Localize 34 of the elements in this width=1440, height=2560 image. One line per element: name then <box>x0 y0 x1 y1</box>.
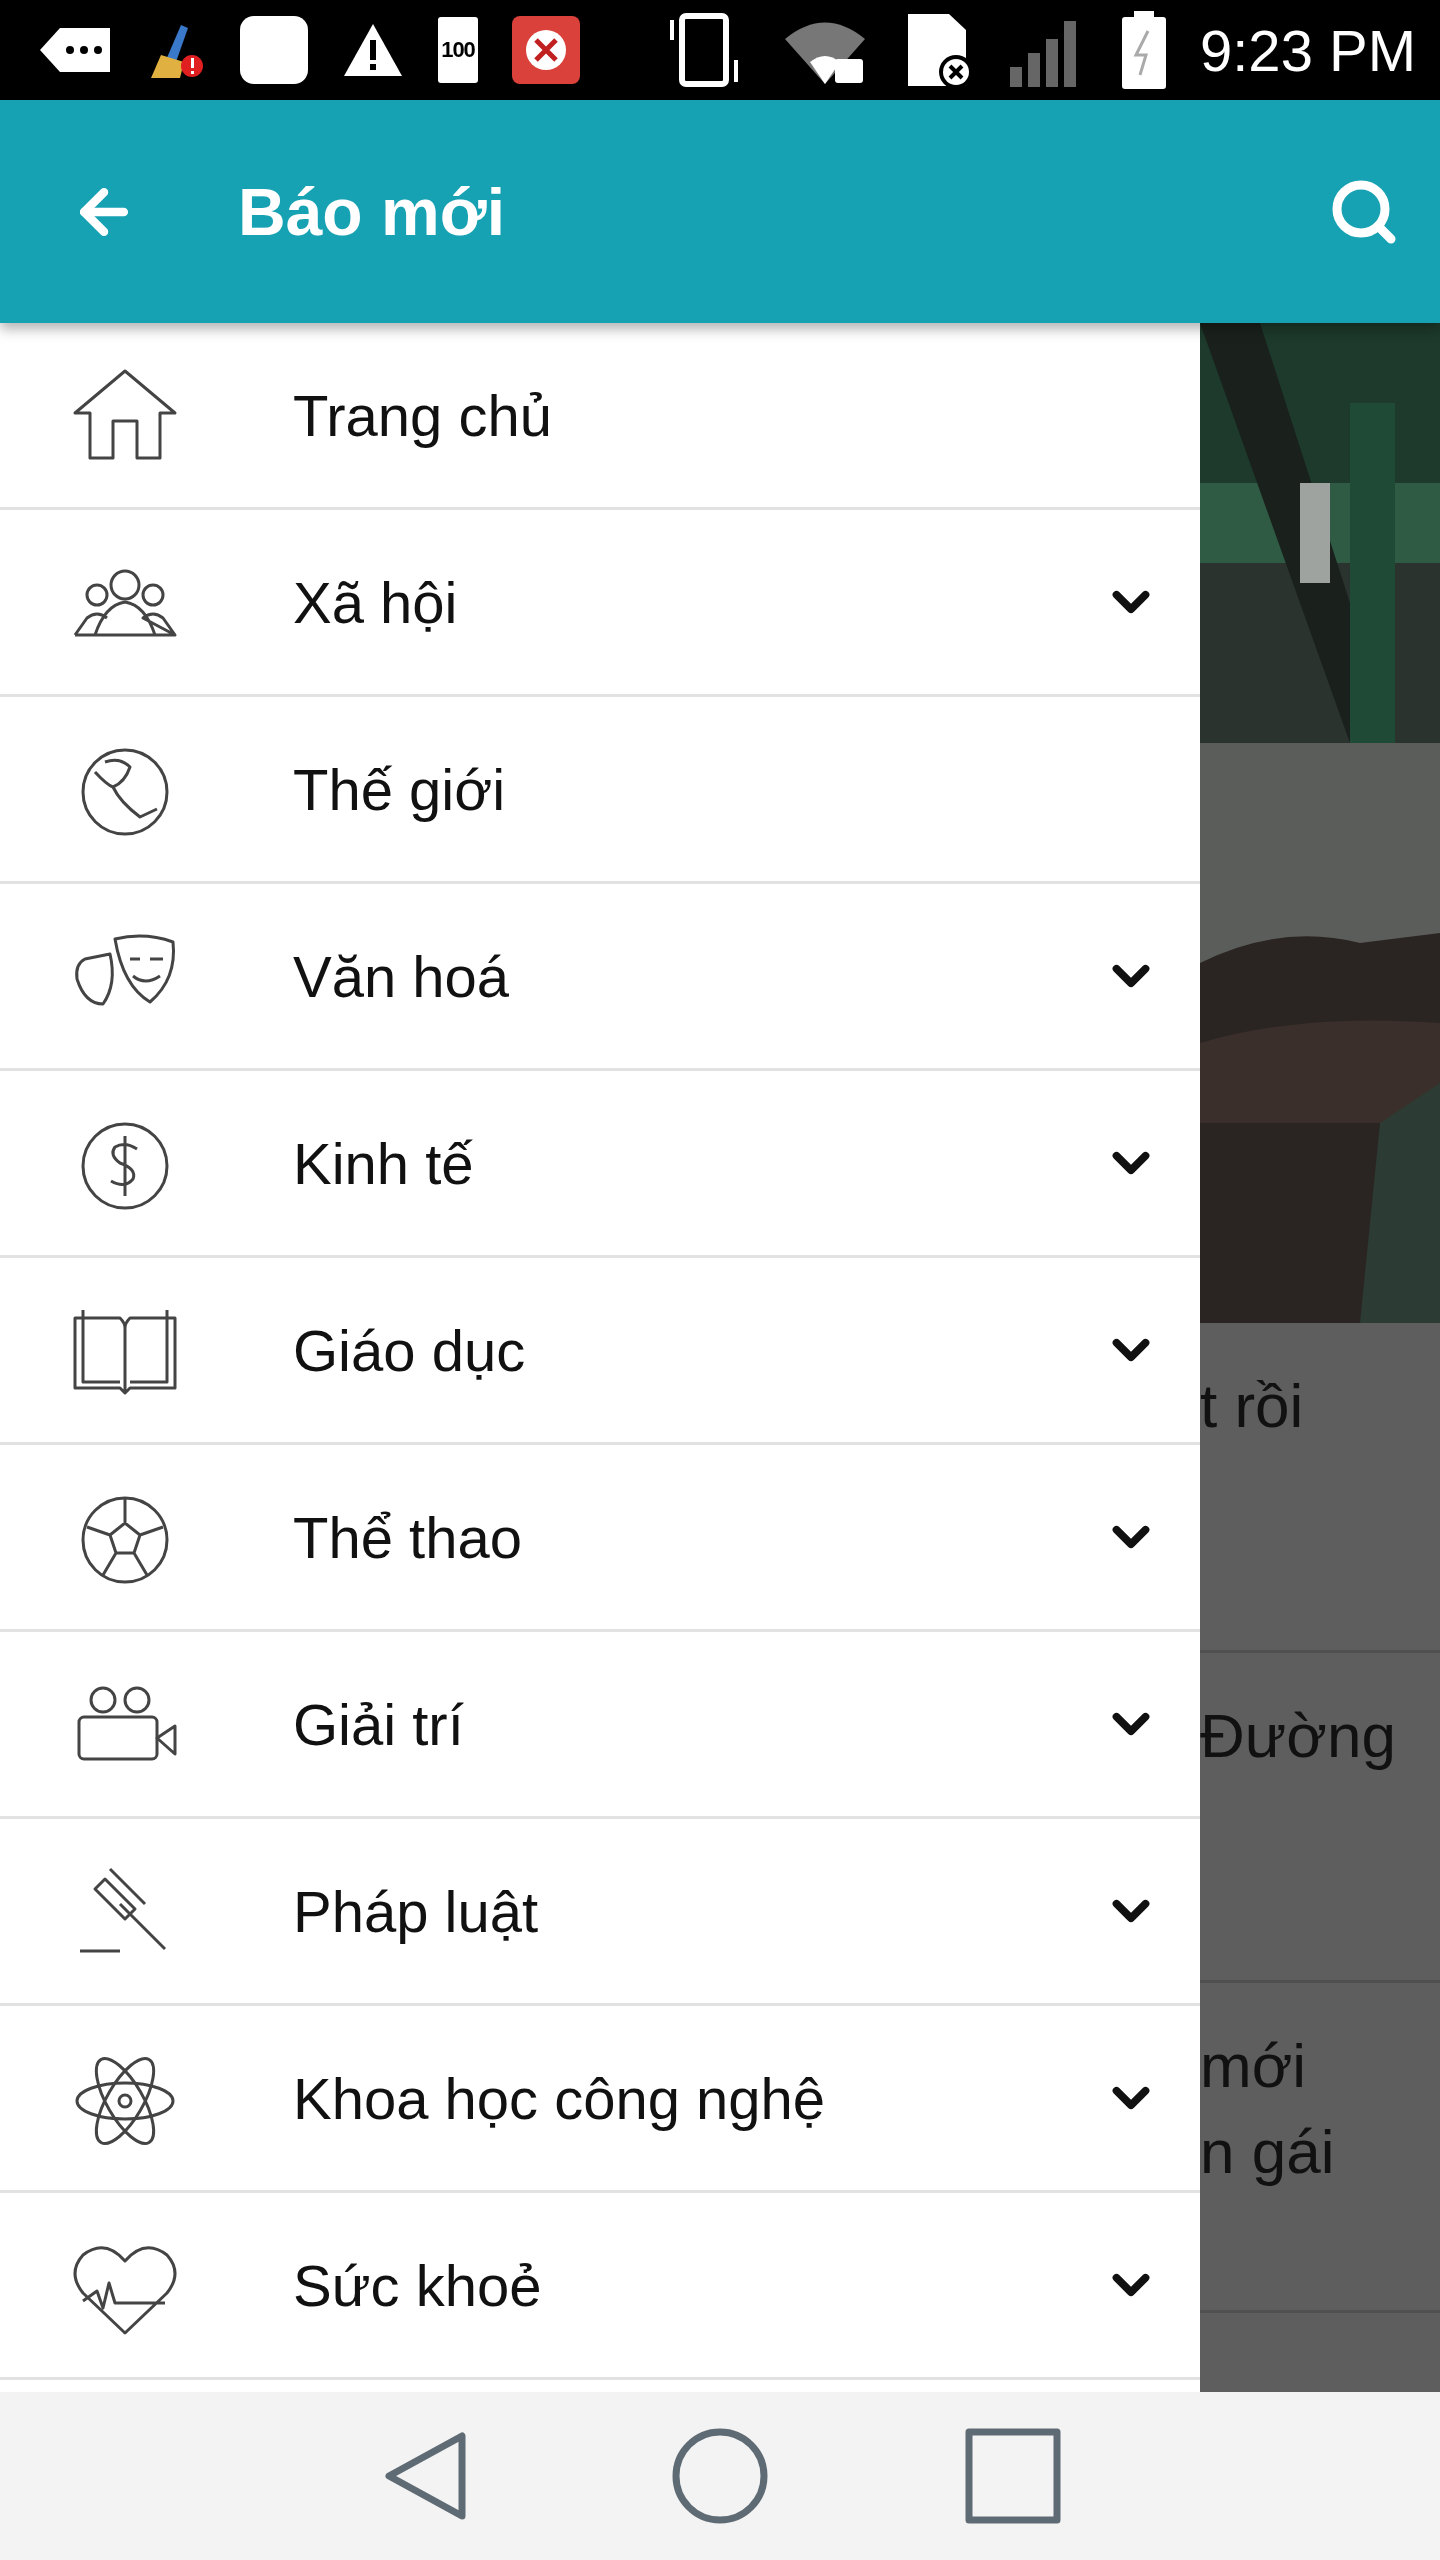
app-title: Báo mới <box>238 173 506 250</box>
drawer-item-label: Kinh tế <box>293 1129 475 1197</box>
drawer-item[interactable]: Xã hội <box>0 510 1200 697</box>
article-title-fragment: t rồi <box>1200 1370 1305 1442</box>
drawer-item[interactable]: Pháp luật <box>0 1819 1200 2006</box>
drawer-item[interactable]: Giải trí <box>0 1632 1200 1819</box>
drawer-item[interactable]: Sức khoẻ <box>0 2193 1200 2380</box>
app-square-icon <box>240 16 308 84</box>
drawer-item-label: Sức khoẻ <box>293 2251 543 2319</box>
recents-nav-button[interactable] <box>963 2426 1064 2526</box>
article-title-fragment: mới <box>1200 2030 1308 2102</box>
clock-time: 9:23 PM <box>1200 16 1416 84</box>
drawer-item[interactable]: Kinh tế <box>0 1071 1200 1258</box>
drawer-item-label: Khoa học công nghệ <box>293 2064 827 2132</box>
drawer-item-label: Xã hội <box>293 568 459 636</box>
drawer-item-label: Giải trí <box>293 1690 465 1758</box>
drawer-item-label: Thế giới <box>293 755 507 823</box>
drawer-item[interactable]: Giáo dục <box>0 1258 1200 1445</box>
warning-icon <box>342 22 404 78</box>
drawer-item-label: Thể thao <box>293 1503 523 1571</box>
battery-charging-icon <box>1122 11 1166 89</box>
drawer-item[interactable]: Khoa học công nghệ <box>0 2006 1200 2193</box>
drawer-item-label: Văn hoá <box>293 942 511 1010</box>
app-logo-icon <box>512 16 580 84</box>
article-title-fragment: Đường <box>1200 1700 1397 1772</box>
drawer-item[interactable]: Văn hoá <box>0 884 1200 1071</box>
article-title-fragment: n gái <box>1200 2116 1336 2188</box>
more-tag-icon <box>40 26 112 74</box>
drawer-item[interactable]: Thể thao <box>0 1445 1200 1632</box>
home-nav-button[interactable] <box>670 2426 770 2526</box>
drawer-item-label: Trang chủ <box>293 381 553 449</box>
drawer-item-label: Pháp luật <box>293 1877 540 1945</box>
drawer-item-label: Giáo dục <box>293 1316 527 1384</box>
battery-badge: 100 <box>438 17 478 83</box>
